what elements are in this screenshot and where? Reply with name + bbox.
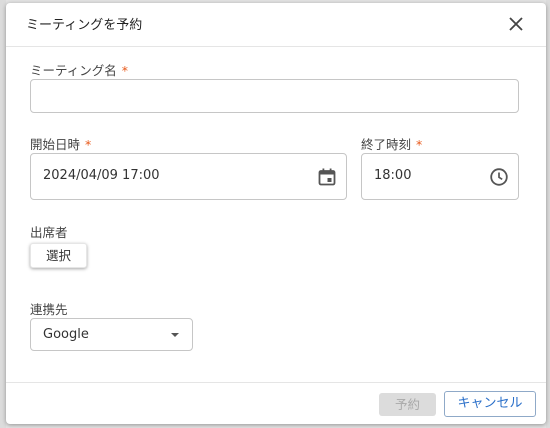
meeting-name-label: ミーティング名 *	[30, 60, 128, 79]
meeting-name-label-text: ミーティング名	[30, 63, 117, 78]
integration-selected-value: Google	[43, 327, 89, 342]
caret-down-icon	[171, 333, 179, 337]
dialog-title: ミーティングを予約	[26, 18, 143, 33]
meeting-dialog: ミーティングを予約 ミーティング名 * 開始日時 * 2024/04/09 17:0…	[6, 3, 546, 424]
required-mark: *	[121, 63, 129, 78]
cancel-button[interactable]: キャンセル	[444, 391, 536, 417]
attendees-label: 出席者	[30, 225, 68, 240]
footer-divider	[6, 382, 546, 383]
start-datetime-label-text: 開始日時	[30, 137, 81, 152]
start-datetime-value: 2024/04/09 17:00	[43, 168, 160, 183]
calendar-icon[interactable]	[317, 167, 337, 187]
reserve-button[interactable]: 予約	[379, 393, 436, 416]
start-datetime-label: 開始日時 *	[30, 134, 91, 153]
end-time-value: 18:00	[374, 168, 412, 183]
clock-icon[interactable]	[489, 167, 509, 187]
dialog-header: ミーティングを予約	[6, 3, 546, 47]
integration-label: 連携先	[30, 302, 68, 317]
required-mark: *	[85, 137, 92, 152]
integration-select[interactable]: Google	[30, 318, 193, 351]
meeting-name-input[interactable]	[30, 79, 519, 113]
required-mark: *	[416, 137, 423, 152]
select-attendees-button[interactable]: 選択	[30, 243, 87, 268]
start-datetime-input[interactable]: 2024/04/09 17:00	[30, 153, 347, 200]
background-right	[546, 0, 550, 428]
close-icon[interactable]	[506, 14, 526, 34]
end-time-input[interactable]: 18:00	[361, 153, 519, 200]
end-time-label-text: 終了時刻	[361, 137, 412, 152]
end-time-label: 終了時刻 *	[361, 134, 422, 153]
